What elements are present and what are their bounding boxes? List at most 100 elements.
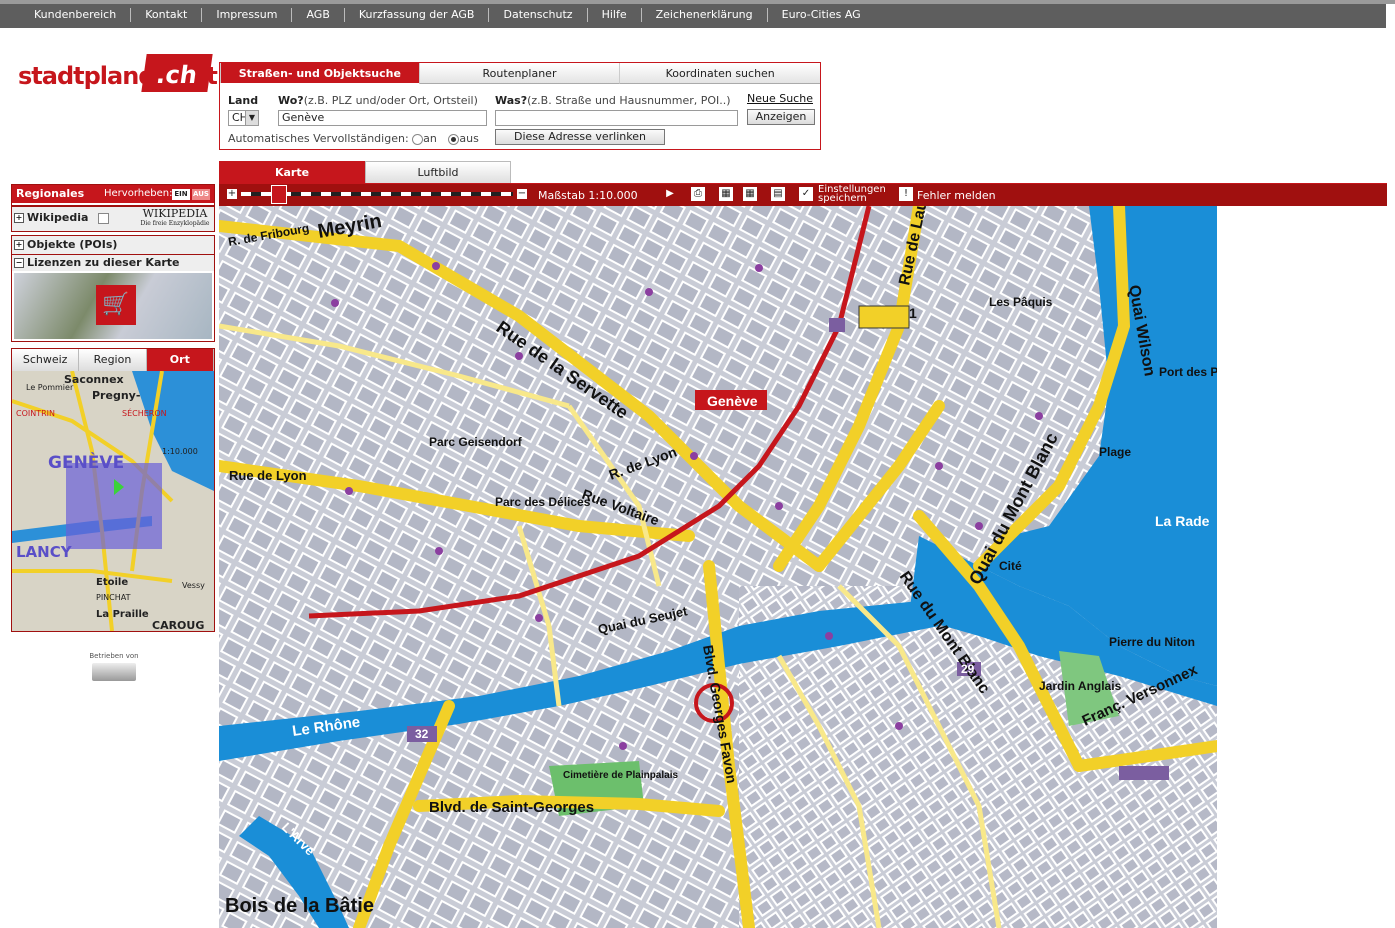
was-label-group: Was?(z.B. Straße und Hausnummer, POI..) [495, 94, 731, 107]
nav-item-datenschutz[interactable]: Datenschutz [489, 8, 588, 22]
operated-by-label: Betrieben von [89, 652, 139, 660]
shopping-cart-icon[interactable]: 🛒 [96, 285, 136, 325]
place-label: Jardin Anglais [1039, 679, 1122, 693]
expand-icon[interactable]: + [14, 213, 24, 223]
autocomplete-radio-off[interactable] [448, 133, 460, 145]
was-input[interactable] [495, 110, 738, 126]
zoom-in-icon[interactable]: + [227, 189, 237, 199]
nav-item-kundenbereich[interactable]: Kundenbereich [20, 8, 132, 22]
land-select[interactable]: CH ▼ [228, 110, 259, 126]
flag-icon[interactable]: ▶ [663, 187, 677, 201]
land-label: Land [228, 94, 259, 107]
nav-item-hilfe[interactable]: Hilfe [588, 8, 642, 22]
objects-label: Objekte (POIs) [27, 238, 118, 251]
save-settings-label[interactable]: Einstellungen speichern [818, 185, 886, 204]
autocomplete-label: Automatisches Vervollständigen: [228, 132, 409, 145]
licenses-toggle[interactable]: − Lizenzen zu dieser Karte [12, 255, 214, 271]
radio-off-label: aus [459, 132, 479, 145]
place-label: Les Pâquis [989, 295, 1053, 309]
route-number: 32 [415, 727, 429, 741]
save-settings-line2: speichern [818, 193, 867, 204]
zoom-out-icon[interactable]: − [517, 189, 527, 199]
highlight-off-button[interactable]: AUS [192, 189, 210, 200]
print-icon[interactable]: ⎙ [691, 187, 705, 201]
regionales-title: Regionales [16, 187, 85, 200]
licenses-label: Lizenzen zu dieser Karte [27, 256, 180, 269]
search-tabs: Straßen- und Objektsuche Routenplaner Ko… [220, 63, 821, 84]
wikipedia-label: Wikipedia [27, 211, 89, 224]
overview-tabs: Schweiz Region Ort [12, 349, 214, 371]
map-toolbar: + − Maßstab 1:10.000 ▶ ⎙ ▦ ▦ ▤ ✓ Einstel… [219, 184, 1387, 206]
street-label: Blvd. de Saint-Georges [429, 799, 594, 816]
report-error-link[interactable]: Fehler melden [917, 189, 996, 202]
place-label: Parc Geisendorf [429, 435, 523, 449]
overview-label: La Praille [96, 609, 149, 620]
grid-small-icon[interactable]: ▦ [719, 187, 733, 201]
place-label: La Rade [1155, 513, 1210, 529]
license-preview-image[interactable]: 🛒 [14, 273, 212, 339]
overview-scale-label: 1:10.000 [162, 447, 198, 456]
overview-map-box: Schweiz Region Ort GENÈVE LANCY Saconnex… [11, 348, 215, 632]
highlight-label: Hervorheben: [104, 188, 173, 199]
layout-icon[interactable]: ▤ [771, 187, 785, 201]
tab-schweiz[interactable]: Schweiz [12, 349, 80, 371]
overview-label-lancy: LANCY [16, 543, 72, 561]
place-label: Pierre du Niton [1109, 635, 1195, 649]
logo-tld: .ch [141, 54, 213, 92]
collapse-icon[interactable]: − [14, 258, 24, 268]
wo-input[interactable]: Genève [278, 110, 487, 126]
zoom-slider[interactable]: + − [227, 185, 527, 204]
place-label: Parc des Délices [495, 495, 591, 509]
city-map[interactable]: Meyrin Rue de la Servette Rue de Lyon R.… [219, 206, 1217, 928]
wikipedia-checkbox[interactable] [98, 212, 110, 224]
grid-large-icon[interactable]: ▦ [743, 187, 757, 201]
route-number: 1 [909, 305, 917, 321]
tab-koordinaten[interactable]: Koordinaten suchen [619, 63, 821, 84]
nav-item-zeichenerklaerung[interactable]: Zeichenerklärung [642, 8, 768, 22]
autocomplete-radio-on[interactable] [412, 133, 424, 145]
tab-luftbild[interactable]: Luftbild [365, 161, 511, 185]
nav-item-euro-cities[interactable]: Euro-Cities AG [768, 8, 875, 22]
checkbox-save-icon[interactable]: ✓ [799, 187, 813, 201]
chevron-down-icon[interactable]: ▼ [245, 111, 258, 125]
tab-ort[interactable]: Ort [146, 349, 214, 371]
euro-cities-logo[interactable] [92, 663, 136, 681]
objects-row[interactable]: + Objekte (POIs) [11, 235, 215, 255]
city-label: Genève [707, 393, 758, 409]
place-label: Bois de la Bâtie [225, 895, 374, 917]
street-label: Rue de Lyon [229, 468, 307, 483]
overview-label-geneve: GENÈVE [48, 453, 125, 473]
nav-item-agb[interactable]: AGB [292, 8, 345, 22]
place-label: Port des Pâquis [1159, 365, 1217, 379]
nav-item-impressum[interactable]: Impressum [202, 8, 293, 22]
expand-icon[interactable]: + [14, 240, 24, 250]
tab-karte[interactable]: Karte [219, 161, 365, 185]
tab-routenplaner[interactable]: Routenplaner [418, 63, 620, 84]
zoom-handle[interactable] [271, 185, 287, 204]
link-address-button[interactable]: Diese Adresse verlinken [495, 129, 665, 145]
overview-map[interactable]: GENÈVE LANCY Saconnex Pregny- Le Pommier… [12, 371, 214, 631]
highlight-on-button[interactable]: EIN [172, 189, 190, 200]
place-label: Cité [999, 559, 1022, 573]
objects-toggle[interactable]: + Objekte (POIs) [12, 236, 214, 254]
tab-region[interactable]: Region [79, 349, 147, 371]
wikipedia-row[interactable]: + Wikipedia WIKIPEDIA Die freie Enzyklopä… [11, 206, 215, 232]
wikipedia-toggle[interactable]: + Wikipedia [14, 211, 110, 224]
overview-label: Le Pommier [26, 383, 74, 392]
autocomplete-group: Automatisches Vervollständigen: an aus [228, 132, 479, 145]
overview-label: CAROUG [152, 619, 205, 631]
site-logo[interactable]: stadtplandienst .ch [18, 54, 218, 98]
licenses-box: − Lizenzen zu dieser Karte 🛒 [11, 254, 215, 342]
operated-by: Betrieben von [84, 652, 144, 681]
radio-on-label: an [423, 132, 437, 145]
nav-item-kurzfassung-agb[interactable]: Kurzfassung der AGB [345, 8, 490, 22]
new-search-link[interactable]: Neue Suche [747, 92, 813, 105]
wo-label-group: Wo?(z.B. PLZ und/oder Ort, Ortsteil) [278, 94, 478, 107]
top-nav-list: Kundenbereich Kontakt Impressum AGB Kurz… [20, 8, 875, 22]
show-button[interactable]: Anzeigen [747, 109, 815, 125]
warning-icon[interactable]: ! [899, 187, 913, 201]
nav-item-kontakt[interactable]: Kontakt [131, 8, 203, 22]
top-navigation: Kundenbereich Kontakt Impressum AGB Kurz… [0, 0, 1395, 28]
tab-objektsuche[interactable]: Straßen- und Objektsuche [220, 63, 419, 83]
map-canvas[interactable]: Meyrin Rue de la Servette Rue de Lyon R.… [219, 206, 1217, 928]
